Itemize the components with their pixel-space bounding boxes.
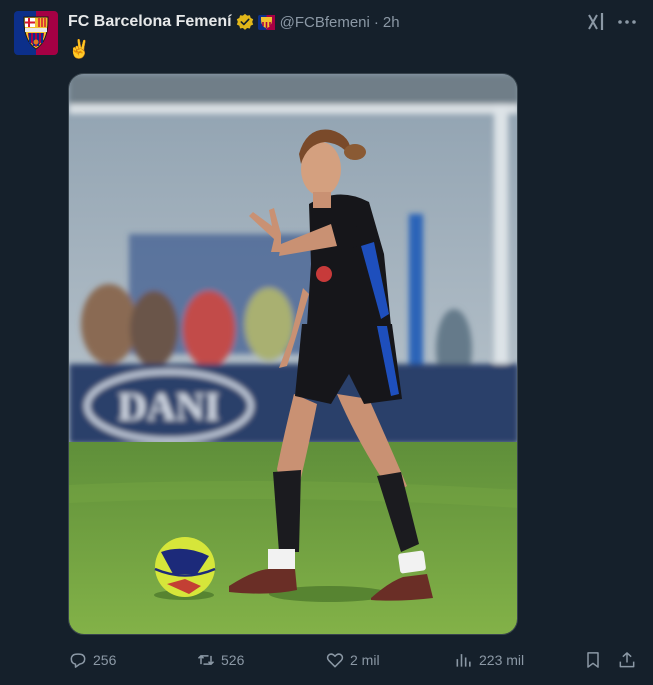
tweet-photo[interactable]: DANI [68, 73, 518, 635]
tweet-header: FC Barcelona Femení @FCBfemeni · 2h [68, 11, 400, 33]
photo-soccer-player: DANI [69, 74, 517, 634]
like-count: 2 mil [350, 652, 380, 668]
retweet-button[interactable]: 526 [196, 648, 244, 672]
like-button[interactable]: 2 mil [325, 648, 380, 672]
bookmark-button[interactable] [583, 648, 603, 672]
verified-badge-icon[interactable] [236, 13, 254, 31]
author-handle[interactable]: @FCBfemeni [280, 14, 370, 31]
retweet-count: 526 [221, 652, 245, 668]
bookmark-icon [587, 652, 599, 668]
share-icon [619, 652, 635, 668]
reply-count: 256 [93, 652, 117, 668]
reply-button[interactable]: 256 [68, 648, 116, 672]
grok-icon[interactable] [586, 11, 608, 33]
separator-dot: · [373, 13, 379, 31]
reply-icon [70, 653, 86, 668]
author-name[interactable]: FC Barcelona Femení [68, 13, 232, 31]
banner-text: DANI [118, 384, 220, 429]
views-icon [456, 654, 471, 667]
views-button[interactable]: 223 mil [454, 648, 524, 672]
tweet[interactable]: FC Barcelona Femení @FCBfemeni · 2h ✌️ D… [0, 0, 653, 685]
retweet-icon [197, 655, 215, 665]
soccer-ball [154, 537, 216, 597]
tweet-actions: 256 526 2 mil 223 mil [68, 648, 640, 672]
like-icon [326, 653, 344, 668]
avatar[interactable] [14, 11, 58, 55]
more-icon[interactable] [616, 11, 638, 33]
tweet-text: ✌️ [68, 39, 91, 59]
timestamp[interactable]: 2h [383, 14, 400, 31]
views-count: 223 mil [479, 652, 525, 668]
fcb-crest-icon [23, 16, 49, 50]
share-button[interactable] [617, 648, 637, 672]
affiliate-badge-icon[interactable] [257, 14, 275, 30]
